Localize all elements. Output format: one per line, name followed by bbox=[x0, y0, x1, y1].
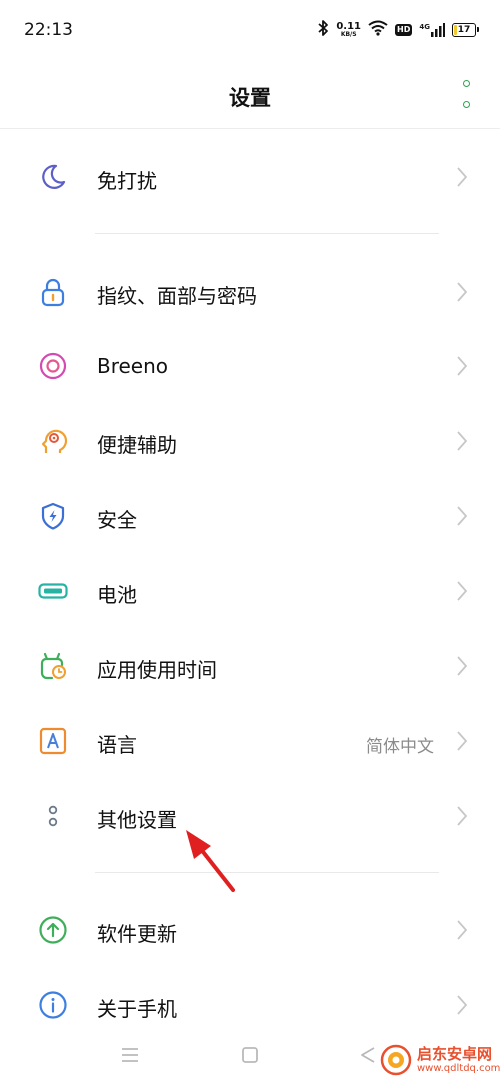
settings-item-label: 免打扰 bbox=[97, 169, 157, 193]
battery-icon bbox=[38, 576, 68, 606]
chevron-right-icon bbox=[456, 730, 468, 752]
network-speed-unit: KB/S bbox=[340, 31, 357, 38]
watermark-logo-icon bbox=[380, 1044, 412, 1076]
settings-item-language[interactable]: 语言 简体中文 bbox=[0, 704, 500, 778]
settings-item-breeno[interactable]: Breeno bbox=[0, 329, 500, 403]
settings-item-label: 电池 bbox=[97, 583, 137, 607]
chevron-right-icon bbox=[456, 919, 468, 941]
settings-item-label: 指纹、面部与密码 bbox=[97, 284, 257, 308]
cellular-signal-icon: 4G bbox=[419, 23, 445, 37]
title-bar: 设置 bbox=[0, 60, 500, 128]
chevron-right-icon bbox=[456, 430, 468, 452]
settings-item-do-not-disturb[interactable]: 免打扰 bbox=[0, 140, 500, 214]
chevron-right-icon bbox=[456, 355, 468, 377]
chevron-right-icon bbox=[456, 994, 468, 1016]
chevron-right-icon bbox=[456, 281, 468, 303]
title-divider bbox=[0, 128, 500, 129]
settings-item-battery[interactable]: 电池 bbox=[0, 554, 500, 628]
update-arrow-icon bbox=[38, 915, 68, 945]
settings-item-software-update[interactable]: 软件更新 bbox=[0, 893, 500, 967]
settings-item-fingerprint-face-password[interactable]: 指纹、面部与密码 bbox=[0, 255, 500, 329]
settings-item-app-usage-time[interactable]: 应用使用时间 bbox=[0, 629, 500, 703]
shield-bolt-icon bbox=[38, 501, 68, 531]
settings-item-label: 软件更新 bbox=[97, 922, 177, 946]
hd-badge: HD bbox=[395, 24, 413, 36]
battery-level: 17 bbox=[457, 25, 471, 35]
chevron-right-icon bbox=[456, 805, 468, 827]
settings-item-other-settings[interactable]: 其他设置 bbox=[0, 779, 500, 853]
wifi-icon bbox=[368, 20, 388, 40]
settings-item-label: 便捷辅助 bbox=[97, 433, 177, 457]
page-title: 设置 bbox=[229, 86, 271, 110]
chevron-right-icon bbox=[456, 505, 468, 527]
settings-item-label: 关于手机 bbox=[97, 997, 177, 1021]
more-vertical-icon bbox=[462, 80, 470, 87]
chevron-right-icon bbox=[456, 166, 468, 188]
back-triangle-icon[interactable] bbox=[356, 1042, 382, 1068]
watermark: 启东安卓网 www.qdltdq.com bbox=[380, 1040, 500, 1080]
home-square-icon[interactable] bbox=[237, 1042, 263, 1068]
battery-fill bbox=[454, 25, 457, 35]
section-divider bbox=[95, 872, 439, 873]
settings-item-label: 语言 bbox=[97, 733, 137, 757]
network-type: 4G bbox=[419, 23, 430, 31]
battery-indicator: 17 bbox=[452, 23, 479, 37]
menu-icon[interactable] bbox=[117, 1042, 143, 1068]
watermark-url: www.qdltdq.com bbox=[417, 1062, 500, 1074]
status-icons: 0.11 KB/S HD 4G 17 bbox=[317, 18, 479, 42]
more-vertical-icon-dot bbox=[462, 101, 470, 108]
language-a-icon bbox=[38, 726, 68, 756]
head-gesture-icon bbox=[38, 426, 68, 456]
bluetooth-icon bbox=[317, 19, 329, 41]
settings-item-security[interactable]: 安全 bbox=[0, 479, 500, 553]
more-options-button[interactable] bbox=[460, 80, 472, 108]
language-current-value: 简体中文 bbox=[366, 737, 434, 757]
settings-item-convenience-assist[interactable]: 便捷辅助 bbox=[0, 404, 500, 478]
settings-item-label: Breeno bbox=[97, 354, 169, 378]
section-divider bbox=[95, 233, 439, 234]
app-timer-icon bbox=[38, 651, 68, 681]
settings-item-label: 安全 bbox=[97, 508, 137, 532]
status-bar: 22:13 0.11 KB/S HD 4G 17 bbox=[0, 0, 500, 60]
moon-icon bbox=[38, 162, 68, 192]
info-icon bbox=[38, 990, 68, 1020]
chevron-right-icon bbox=[456, 655, 468, 677]
breeno-icon bbox=[38, 351, 68, 381]
lock-icon bbox=[38, 277, 68, 307]
watermark-name: 启东安卓网 bbox=[417, 1045, 493, 1064]
other-settings-icon bbox=[38, 801, 68, 831]
network-speed: 0.11 KB/S bbox=[336, 22, 361, 38]
chevron-right-icon bbox=[456, 580, 468, 602]
settings-item-label: 应用使用时间 bbox=[97, 658, 217, 682]
settings-item-label: 其他设置 bbox=[97, 808, 177, 832]
status-time: 22:13 bbox=[24, 20, 73, 40]
